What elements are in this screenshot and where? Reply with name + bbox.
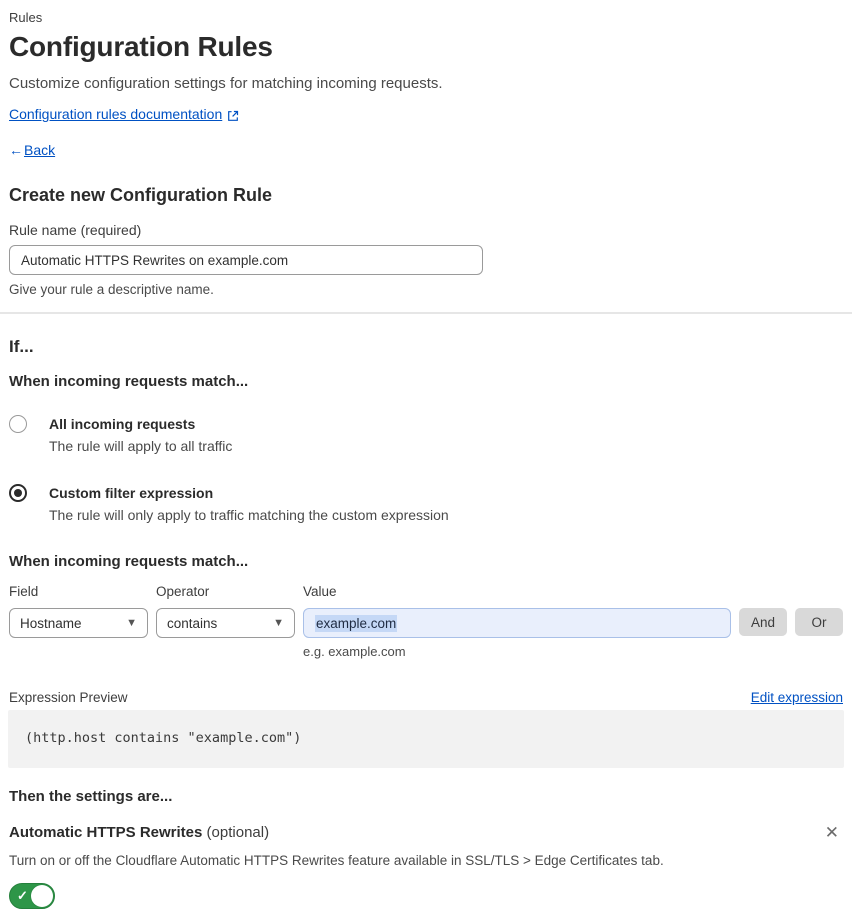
radio-button-custom-filter[interactable]	[9, 484, 27, 502]
and-button[interactable]: And	[739, 608, 787, 636]
create-rule-heading: Create new Configuration Rule	[9, 185, 273, 205]
value-help-text: e.g. example.com	[303, 644, 406, 659]
operator-select[interactable]: contains ▼	[156, 608, 295, 638]
back-arrow-icon: ←	[9, 142, 23, 158]
setting-optional-label: (optional)	[206, 824, 270, 841]
radio-description: The rule will apply to all traffic	[49, 438, 233, 454]
request-match-radio-group: All incoming requests The rule will appl…	[9, 415, 843, 524]
check-icon: ✓	[17, 888, 28, 903]
expression-code: (http.host contains "example.com")	[25, 730, 302, 746]
expression-preview-label: Expression Preview	[9, 690, 128, 705]
page-subtitle: Customize configuration settings for mat…	[9, 75, 443, 92]
close-icon[interactable]: ✕	[821, 824, 843, 841]
filter-builder-row: Field Hostname ▼ Operator contains ▼ Val…	[9, 584, 843, 660]
value-input[interactable]: example.com	[303, 608, 731, 638]
operator-label: Operator	[156, 584, 210, 599]
setting-description: Turn on or off the Cloudflare Automatic …	[9, 853, 664, 868]
operator-select-value: contains	[167, 615, 218, 631]
filter-builder-heading: When incoming requests match...	[9, 553, 249, 570]
field-label: Field	[9, 584, 39, 599]
documentation-link[interactable]: Configuration rules documentation	[9, 105, 222, 123]
field-select[interactable]: Hostname ▼	[9, 608, 148, 638]
setting-name: Automatic HTTPS Rewrites (optional)	[9, 823, 269, 842]
radio-label: All incoming requests	[49, 416, 196, 432]
external-link-icon	[227, 108, 239, 121]
toggle-knob	[31, 885, 53, 907]
value-input-text: example.com	[315, 614, 398, 632]
or-button[interactable]: Or	[795, 608, 843, 636]
value-label: Value	[303, 584, 337, 599]
chevron-down-icon: ▼	[273, 617, 284, 629]
radio-button-all-incoming[interactable]	[9, 415, 27, 433]
match-heading: When incoming requests match...	[9, 373, 249, 390]
section-divider	[0, 312, 852, 314]
chevron-down-icon: ▼	[126, 617, 137, 629]
back-link[interactable]: ←Back	[9, 141, 843, 159]
rule-name-label: Rule name (required)	[9, 222, 142, 238]
setting-name-bold: Automatic HTTPS Rewrites	[9, 824, 203, 841]
edit-expression-link[interactable]: Edit expression	[751, 690, 843, 705]
rule-name-help: Give your rule a descriptive name.	[9, 282, 214, 297]
page-title: Configuration Rules	[9, 31, 273, 62]
setting-toggle[interactable]: ✓	[9, 883, 55, 909]
then-settings-heading: Then the settings are...	[9, 788, 173, 805]
if-heading: If...	[9, 337, 34, 356]
configuration-rules-page: Rules Configuration Rules Customize conf…	[0, 0, 852, 909]
radio-option-custom-filter[interactable]: Custom filter expression The rule will o…	[9, 484, 843, 524]
expression-preview-box: (http.host contains "example.com")	[8, 710, 844, 768]
breadcrumb: Rules	[9, 10, 43, 25]
radio-option-all-incoming[interactable]: All incoming requests The rule will appl…	[9, 415, 843, 455]
field-select-value: Hostname	[20, 615, 82, 631]
rule-name-input[interactable]	[9, 245, 483, 275]
back-link-label[interactable]: Back	[24, 142, 55, 158]
radio-description: The rule will only apply to traffic matc…	[49, 507, 449, 523]
radio-label: Custom filter expression	[49, 485, 214, 501]
